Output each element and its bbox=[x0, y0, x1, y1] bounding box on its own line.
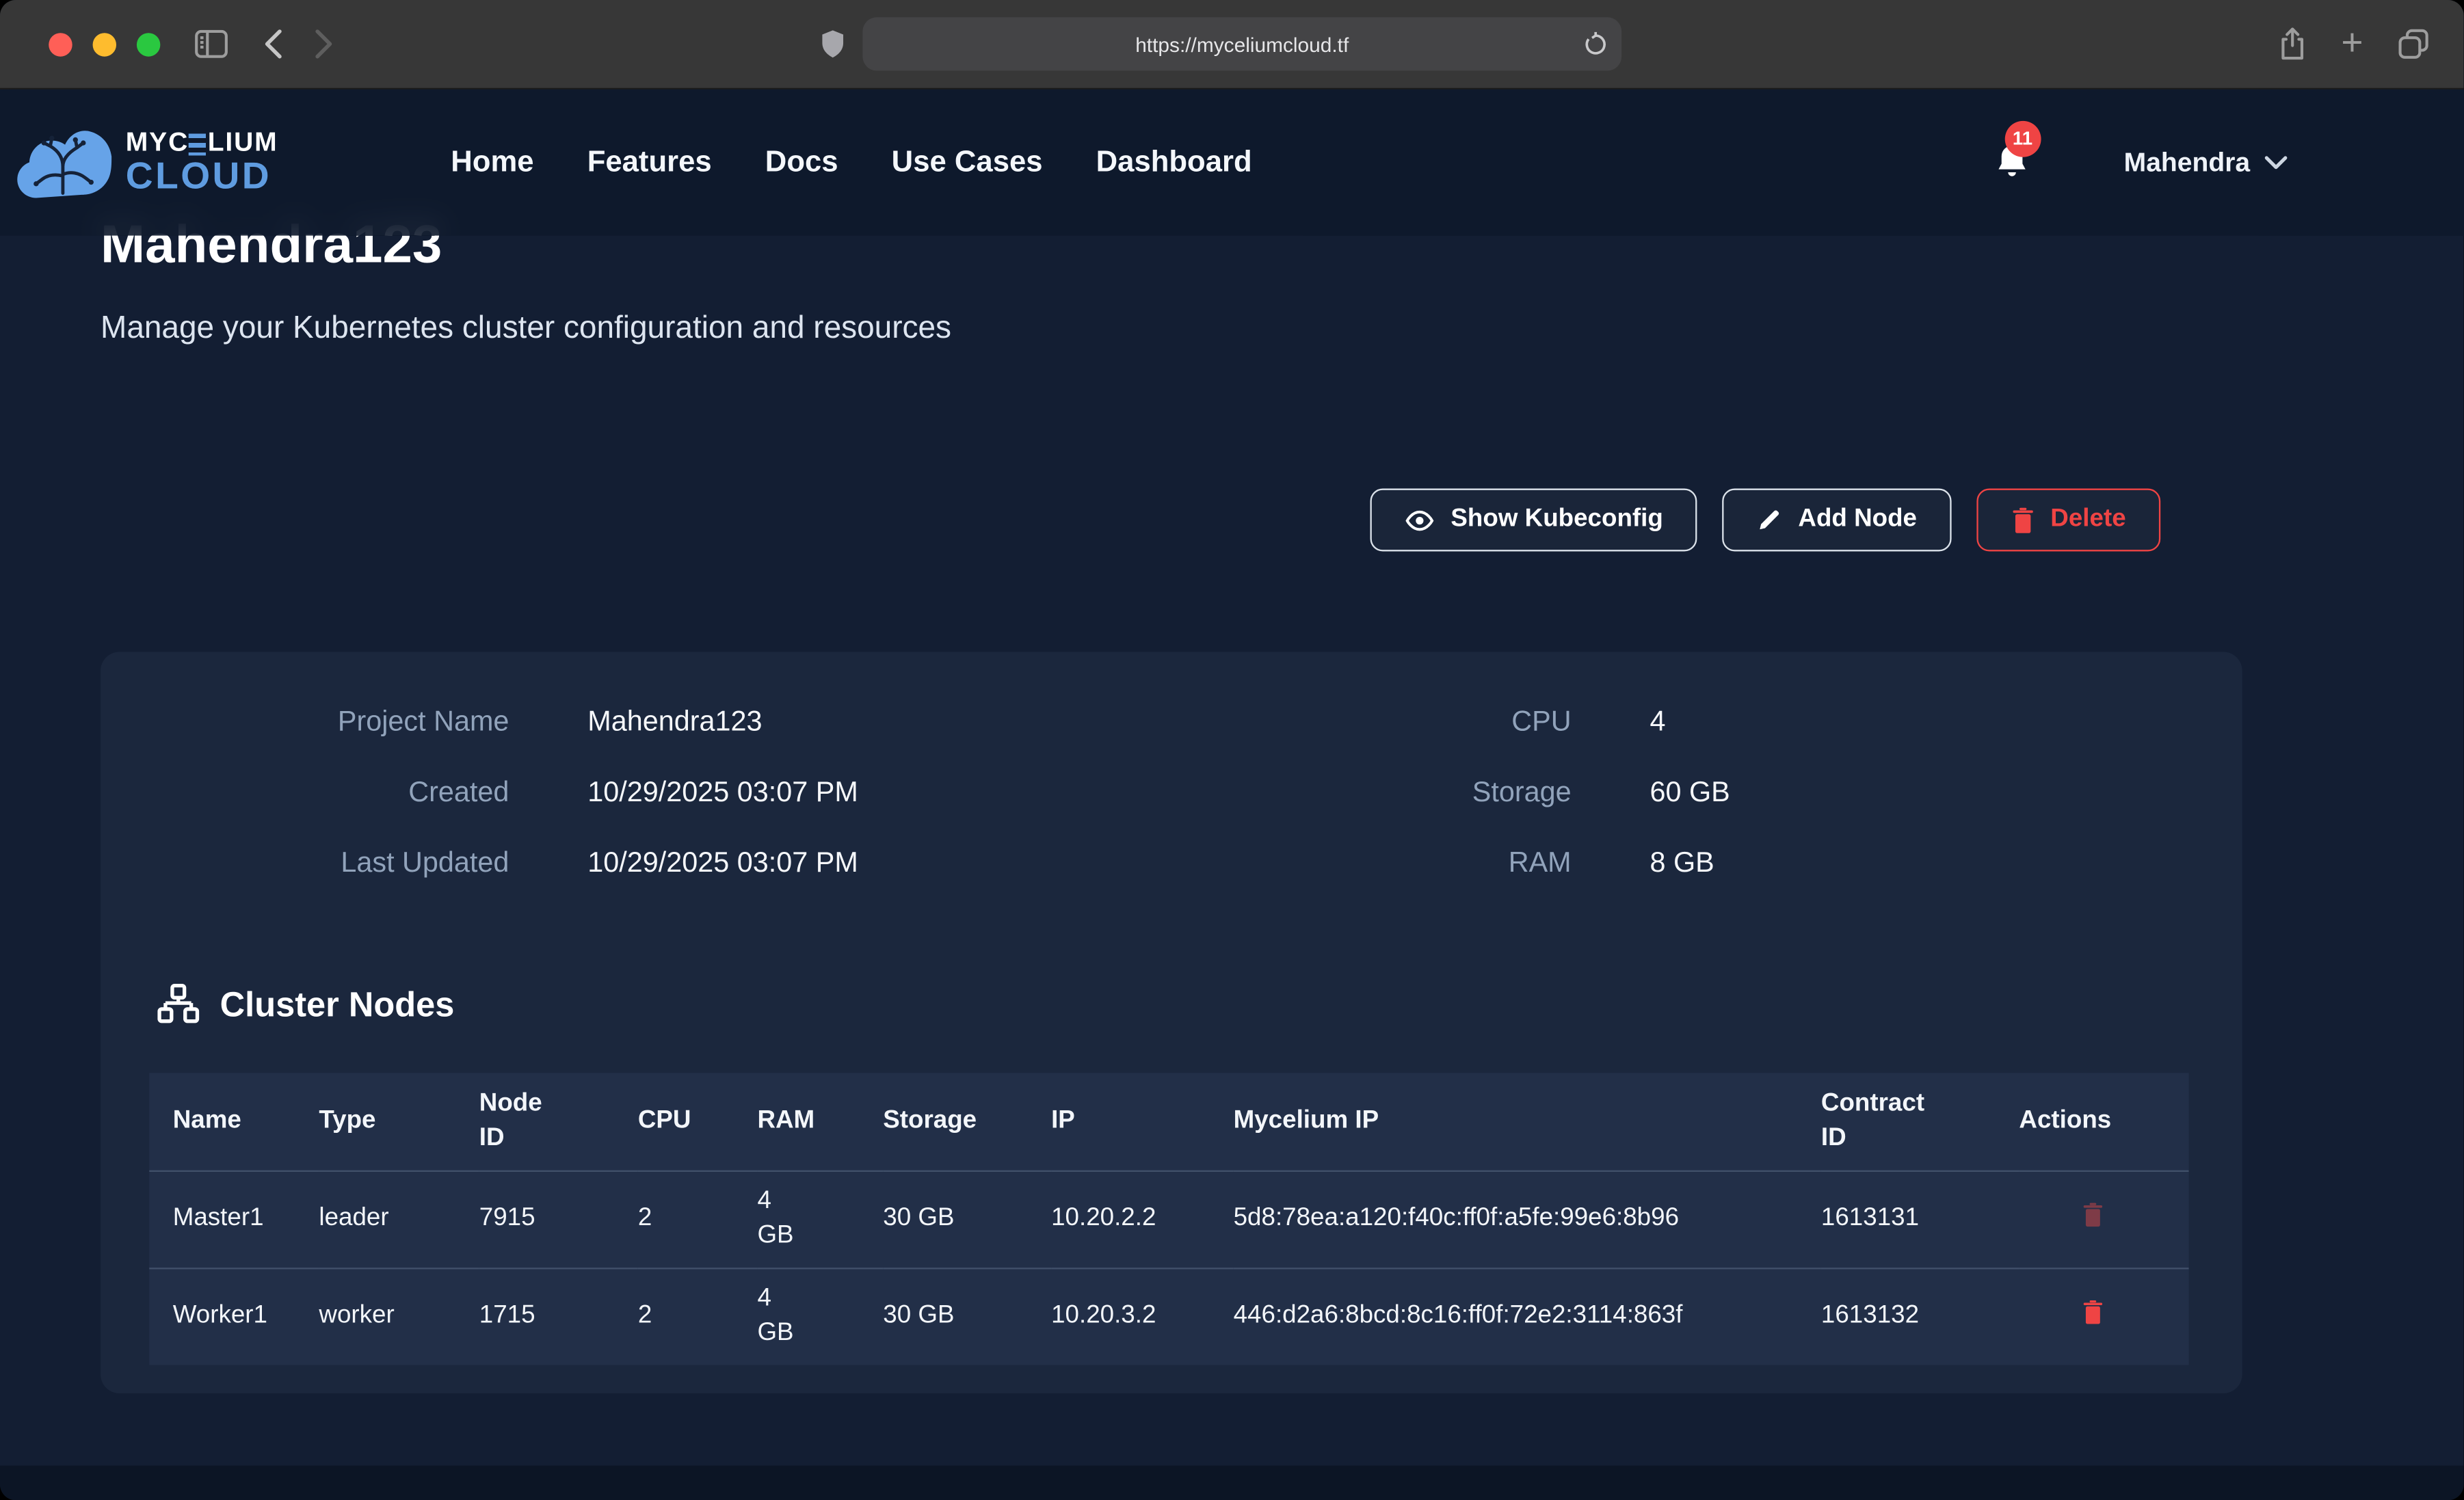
node-type: worker bbox=[319, 1268, 479, 1365]
cluster-nodes-title: Cluster Nodes bbox=[220, 984, 455, 1025]
node-storage: 30 GB bbox=[883, 1268, 1051, 1365]
storage-value: 60 GB bbox=[1572, 768, 1929, 817]
traffic-lights bbox=[49, 32, 160, 55]
node-cpu: 2 bbox=[638, 1268, 758, 1365]
col-cpu: CPU bbox=[638, 1073, 758, 1170]
cluster-overview: Project Name Mahendra123 CPU 4 Created 1… bbox=[101, 652, 2242, 888]
col-node-id: Node ID bbox=[479, 1073, 638, 1170]
node-mycelium-ip: 5d8:78ea:a120:f40c:ff0f:a5fe:99e6:8b96 bbox=[1234, 1170, 1821, 1268]
col-actions: Actions bbox=[2019, 1073, 2188, 1170]
node-cpu: 2 bbox=[638, 1170, 758, 1268]
nav-docs[interactable]: Docs bbox=[765, 146, 838, 180]
node-id: 7915 bbox=[479, 1170, 638, 1268]
col-ram: RAM bbox=[757, 1073, 883, 1170]
close-window-button[interactable] bbox=[49, 32, 72, 55]
node-ip: 10.20.2.2 bbox=[1051, 1170, 1234, 1268]
table-row: Worker1 worker 1715 2 4 GB 30 GB 10.20.3… bbox=[149, 1268, 2188, 1365]
nav-features[interactable]: Features bbox=[587, 146, 712, 180]
cluster-details-card: Project Name Mahendra123 CPU 4 Created 1… bbox=[101, 652, 2242, 1393]
col-mycelium-ip: Mycelium IP bbox=[1234, 1073, 1821, 1170]
node-type: leader bbox=[319, 1170, 479, 1268]
node-name: Worker1 bbox=[149, 1268, 319, 1365]
node-ram: 4 GB bbox=[757, 1268, 883, 1365]
col-type: Type bbox=[319, 1073, 479, 1170]
project-name-value: Mahendra123 bbox=[509, 697, 1027, 746]
ram-value: 8 GB bbox=[1572, 839, 1929, 887]
network-nodes-icon bbox=[157, 983, 200, 1026]
cluster-nodes-header: Cluster Nodes bbox=[157, 983, 2242, 1026]
add-node-button[interactable]: Add Node bbox=[1723, 489, 1951, 552]
sidebar-toggle-icon[interactable] bbox=[195, 30, 228, 58]
node-actions bbox=[2019, 1268, 2188, 1365]
cpu-label: CPU bbox=[1028, 697, 1572, 746]
node-ip: 10.20.3.2 bbox=[1051, 1268, 1234, 1365]
nav-home[interactable]: Home bbox=[451, 146, 533, 180]
col-storage: Storage bbox=[883, 1073, 1051, 1170]
site-navbar: MYCELIUM CLOUD Home Features Docs Use Ca… bbox=[0, 90, 2464, 236]
delete-label: Delete bbox=[2050, 506, 2125, 534]
address-bar[interactable]: https://myceliumcloud.tf bbox=[862, 17, 1621, 70]
node-actions bbox=[2019, 1170, 2188, 1268]
browser-toolbar: https://myceliumcloud.tf + bbox=[0, 0, 2464, 90]
nav-dashboard[interactable]: Dashboard bbox=[1096, 146, 1252, 180]
node-contract-id: 1613132 bbox=[1821, 1268, 2019, 1365]
cluster-actions: Show Kubeconfig Add Node Delete bbox=[1370, 489, 2160, 552]
url-text: https://myceliumcloud.tf bbox=[862, 32, 1621, 55]
last-updated-label: Last Updated bbox=[101, 839, 509, 887]
delete-node-button[interactable] bbox=[2082, 1202, 2104, 1229]
logo-wordmark: MYCELIUM CLOUD bbox=[126, 129, 278, 196]
node-id: 1715 bbox=[479, 1268, 638, 1365]
main-nav: Home Features Docs Use Cases Dashboard bbox=[451, 146, 1251, 180]
cpu-value: 4 bbox=[1572, 697, 1929, 746]
privacy-shield-icon[interactable] bbox=[820, 28, 845, 59]
add-node-label: Add Node bbox=[1798, 506, 1917, 534]
trash-icon bbox=[2011, 507, 2035, 533]
ram-label: RAM bbox=[1028, 839, 1572, 887]
node-ram: 4 GB bbox=[757, 1170, 883, 1268]
back-icon[interactable] bbox=[264, 28, 283, 59]
mycelium-cloud-logo-icon bbox=[16, 126, 113, 199]
table-header-row: Name Type Node ID CPU RAM Storage IP Myc… bbox=[149, 1073, 2188, 1170]
table-row: Master1 leader 7915 2 4 GB 30 GB 10.20.2… bbox=[149, 1170, 2188, 1268]
tab-overview-icon[interactable] bbox=[2398, 28, 2429, 59]
forward-icon[interactable] bbox=[315, 28, 334, 59]
user-name: Mahendra bbox=[2124, 147, 2250, 178]
col-ip: IP bbox=[1051, 1073, 1234, 1170]
eye-icon bbox=[1405, 508, 1435, 531]
browser-window: https://myceliumcloud.tf + bbox=[0, 0, 2464, 1500]
node-name: Master1 bbox=[149, 1170, 319, 1268]
node-storage: 30 GB bbox=[883, 1170, 1051, 1268]
node-contract-id: 1613131 bbox=[1821, 1170, 2019, 1268]
zoom-window-button[interactable] bbox=[137, 32, 160, 55]
delete-cluster-button[interactable]: Delete bbox=[1976, 489, 2160, 552]
nav-use-cases[interactable]: Use Cases bbox=[892, 146, 1043, 180]
last-updated-value: 10/29/2025 03:07 PM bbox=[509, 839, 1027, 887]
project-name-label: Project Name bbox=[101, 697, 509, 746]
storage-label: Storage bbox=[1028, 768, 1572, 817]
logo[interactable]: MYCELIUM CLOUD bbox=[16, 126, 278, 199]
show-kubeconfig-button[interactable]: Show Kubeconfig bbox=[1370, 489, 1697, 552]
logo-e-bars: E bbox=[189, 129, 208, 155]
minimize-window-button[interactable] bbox=[93, 32, 116, 55]
col-contract-id: Contract ID bbox=[1821, 1073, 2019, 1170]
toolbar-right-icons: + bbox=[2278, 25, 2429, 63]
reload-icon[interactable] bbox=[1584, 31, 1607, 57]
delete-node-button[interactable] bbox=[2082, 1300, 2104, 1326]
created-value: 10/29/2025 03:07 PM bbox=[509, 768, 1027, 817]
new-tab-icon[interactable]: + bbox=[2341, 25, 2363, 63]
notification-count-badge: 11 bbox=[2004, 120, 2041, 157]
page-subtitle: Manage your Kubernetes cluster configura… bbox=[101, 311, 951, 347]
user-menu[interactable]: Mahendra bbox=[2124, 147, 2288, 178]
chevron-down-icon bbox=[2264, 155, 2288, 170]
cluster-nodes-table: Name Type Node ID CPU RAM Storage IP Myc… bbox=[149, 1073, 2188, 1365]
notifications-button[interactable]: 11 bbox=[1992, 139, 2033, 186]
footer bbox=[0, 1466, 2464, 1500]
pencil-icon bbox=[1758, 507, 1783, 533]
share-icon[interactable] bbox=[2278, 27, 2306, 62]
node-mycelium-ip: 446:d2a6:8bcd:8c16:ff0f:72e2:3114:863f bbox=[1234, 1268, 1821, 1365]
created-label: Created bbox=[101, 768, 509, 817]
show-kubeconfig-label: Show Kubeconfig bbox=[1450, 506, 1662, 534]
col-name: Name bbox=[149, 1073, 319, 1170]
